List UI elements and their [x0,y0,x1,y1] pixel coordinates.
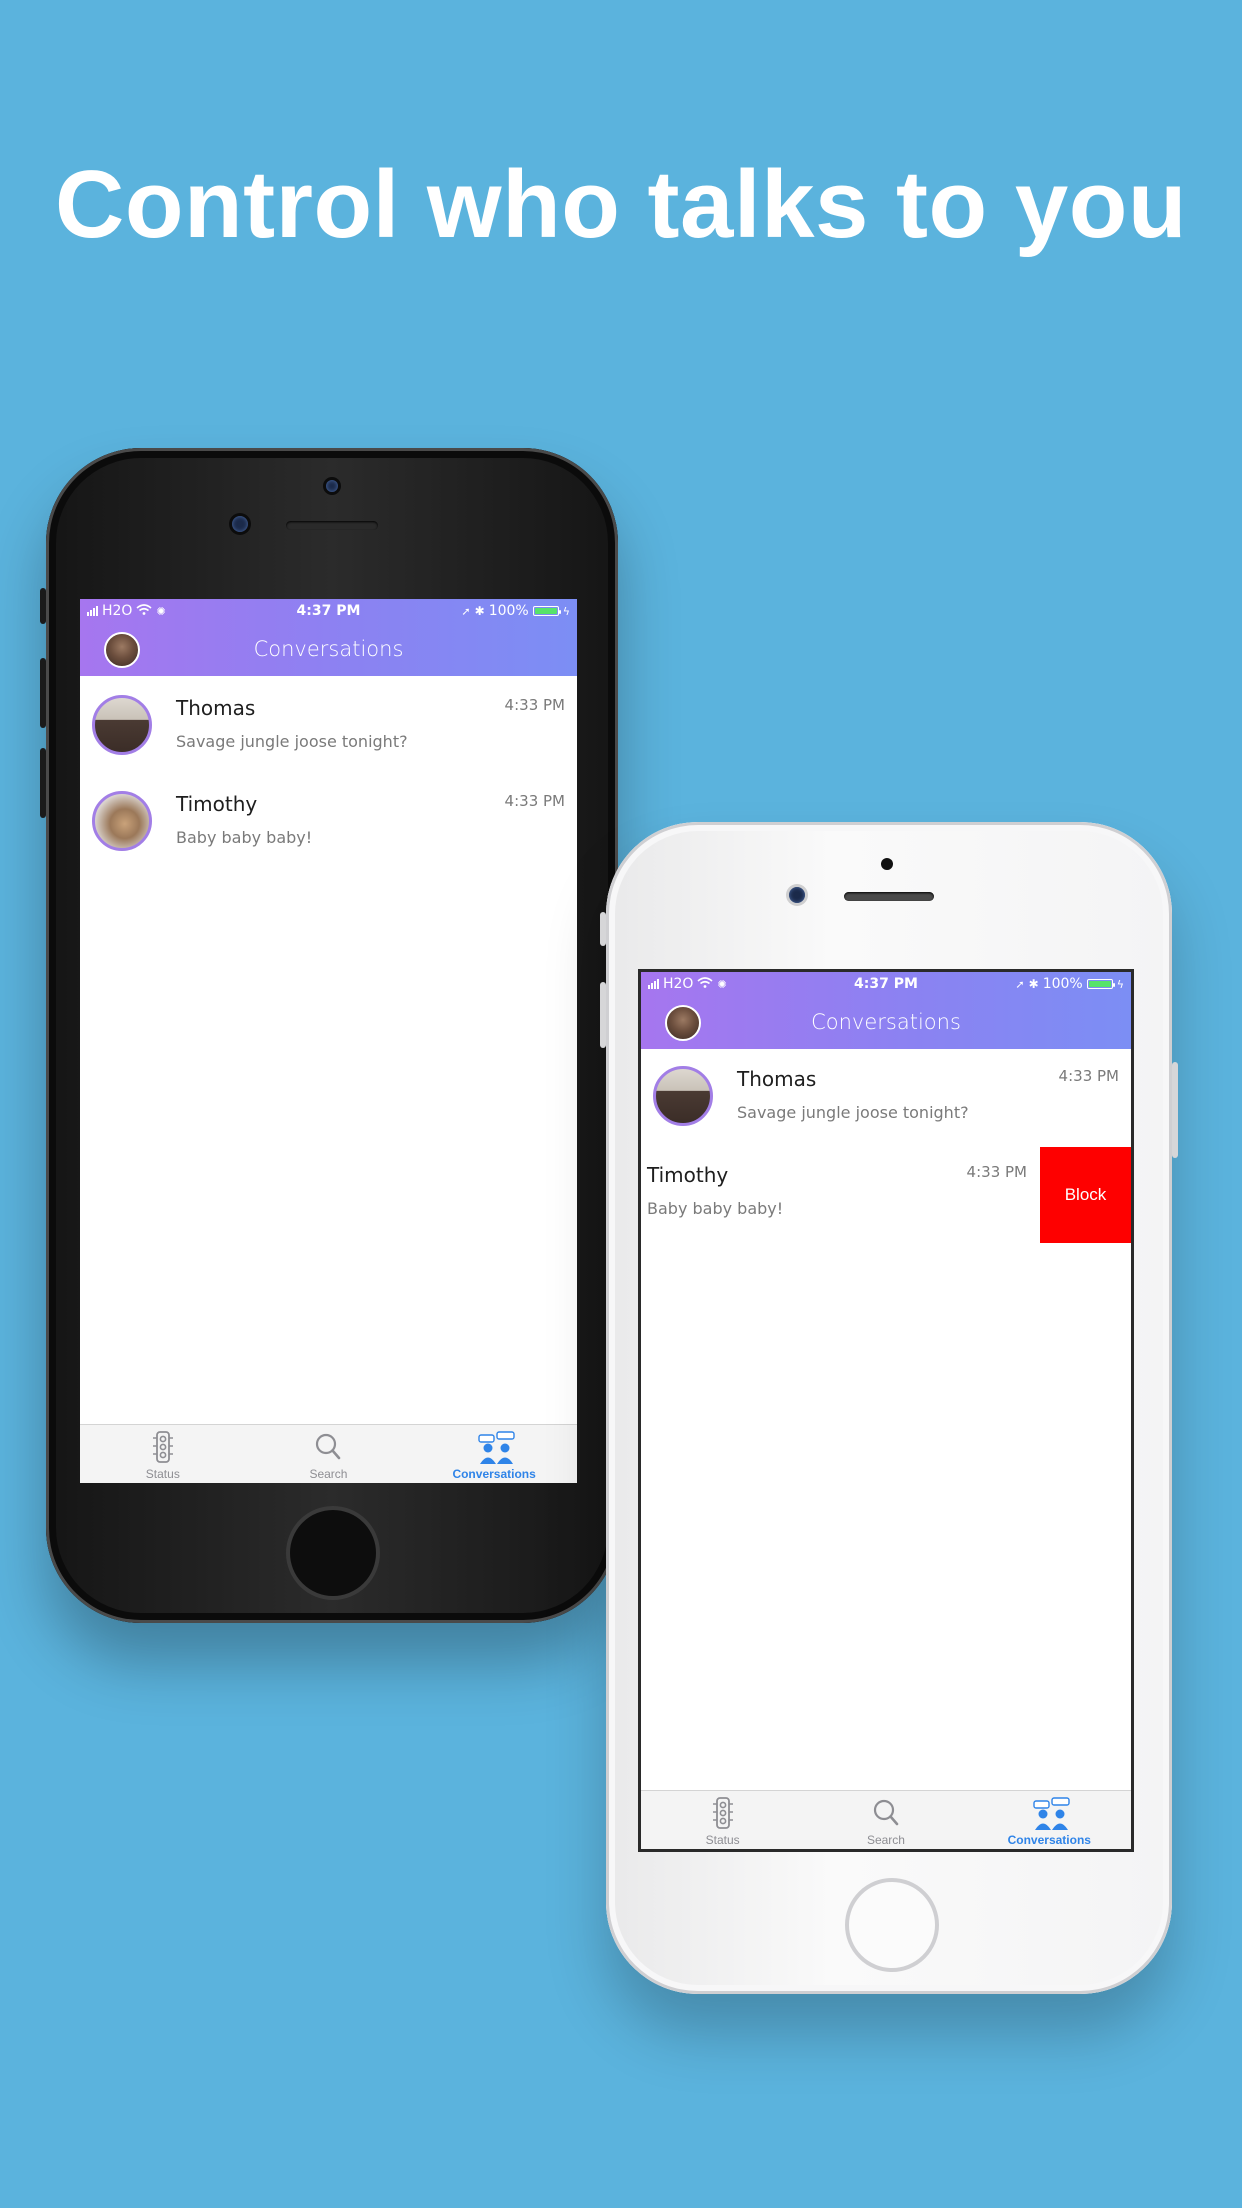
traffic-light-icon [146,1431,180,1463]
tab-bar: Status Search Conversations [80,1424,577,1483]
front-camera [789,887,805,903]
headline: Control who talks to you [55,151,1187,258]
tab-label: Status [705,1833,740,1847]
earpiece-speaker [844,892,934,901]
app-screen: H2O ✺ 4:37 PM ➚ ✱ 100% ϟ Conversations T… [80,599,577,1483]
front-camera [232,516,248,532]
message-preview: Savage jungle joose tonight? [737,1103,969,1122]
search-icon [311,1431,345,1463]
message-preview: Baby baby baby! [647,1199,784,1218]
message-time: 4:33 PM [504,792,565,810]
bluetooth-icon: ✱ [474,604,485,618]
sensor-dot [881,858,893,870]
message-time: 4:33 PM [1058,1067,1119,1085]
status-bar: H2O ✺ 4:37 PM ➚ ✱ 100% ϟ [80,599,577,623]
tab-conversations[interactable]: Conversations [968,1791,1131,1849]
people-chat-icon [1032,1797,1070,1830]
traffic-light-icon [706,1797,740,1829]
location-icon: ➚ [1015,977,1025,991]
volume-down-button [40,748,46,818]
sensor-dot [326,480,338,492]
black-phone: H2O ✺ 4:37 PM ➚ ✱ 100% ϟ Conversations T… [40,448,618,1623]
message-time: 4:33 PM [504,696,565,714]
home-button[interactable] [286,1506,380,1600]
contact-name: Timothy [176,792,258,816]
block-button[interactable]: Block [1040,1147,1131,1243]
conversation-row[interactable]: Thomas Savage jungle joose tonight? 4:33… [80,680,577,776]
search-icon [869,1797,903,1829]
mute-switch [40,588,46,624]
volume-up-button [600,982,606,1048]
tab-label: Search [866,1833,905,1847]
contact-name: Thomas [737,1067,817,1091]
white-phone: H2O ✺ 4:37 PM ➚ ✱ 100% ϟ Conversations T… [600,822,1178,1994]
battery-icon [532,606,561,616]
tab-conversations[interactable]: Conversations [411,1425,577,1483]
charging-icon: ϟ [562,604,570,618]
message-preview: Baby baby baby! [176,828,313,847]
status-bar: H2O ✺ 4:37 PM ➚ ✱ 100% ϟ [641,972,1131,996]
battery-percent: 100% [488,603,529,619]
battery-percent: 100% [1042,976,1083,992]
charging-icon: ϟ [1116,977,1124,991]
contact-name: Timothy [647,1163,729,1187]
tab-label: Conversations [452,1467,536,1481]
conversation-row-swiped[interactable]: Timothy Baby baby baby! 4:33 PM Block [641,1147,1131,1243]
people-chat-icon [477,1431,515,1464]
conversation-row[interactable]: Thomas Savage jungle joose tonight? 4:33… [641,1051,1131,1147]
page-title: Conversations [253,637,404,661]
app-header: H2O ✺ 4:37 PM ➚ ✱ 100% ϟ Conversations [641,972,1131,1049]
app-screen: H2O ✺ 4:37 PM ➚ ✱ 100% ϟ Conversations T… [638,969,1134,1852]
tab-status[interactable]: Status [641,1791,804,1849]
bluetooth-icon: ✱ [1028,977,1039,991]
tab-label: Status [145,1467,180,1481]
conversation-row[interactable]: Timothy Baby baby baby! 4:33 PM [80,776,577,872]
message-time: 4:33 PM [966,1163,1027,1181]
contact-name: Thomas [176,696,256,720]
earpiece-speaker [286,521,378,530]
avatar [653,1066,713,1126]
avatar [92,791,152,851]
tab-status[interactable]: Status [80,1425,246,1483]
tab-bar: Status Search Conversations [641,1790,1131,1849]
battery-icon [1086,979,1115,989]
volume-up-button [40,658,46,728]
app-header: H2O ✺ 4:37 PM ➚ ✱ 100% ϟ Conversations [80,599,577,676]
tab-search[interactable]: Search [804,1791,967,1849]
home-button[interactable] [845,1878,939,1972]
power-button [1172,1062,1178,1158]
tab-label: Search [309,1467,348,1481]
message-preview: Savage jungle joose tonight? [176,732,408,751]
mute-switch [600,912,606,946]
tab-search[interactable]: Search [246,1425,412,1483]
tab-label: Conversations [1007,1833,1091,1847]
page-title: Conversations [811,1010,961,1034]
location-icon: ➚ [461,604,471,618]
avatar [92,695,152,755]
